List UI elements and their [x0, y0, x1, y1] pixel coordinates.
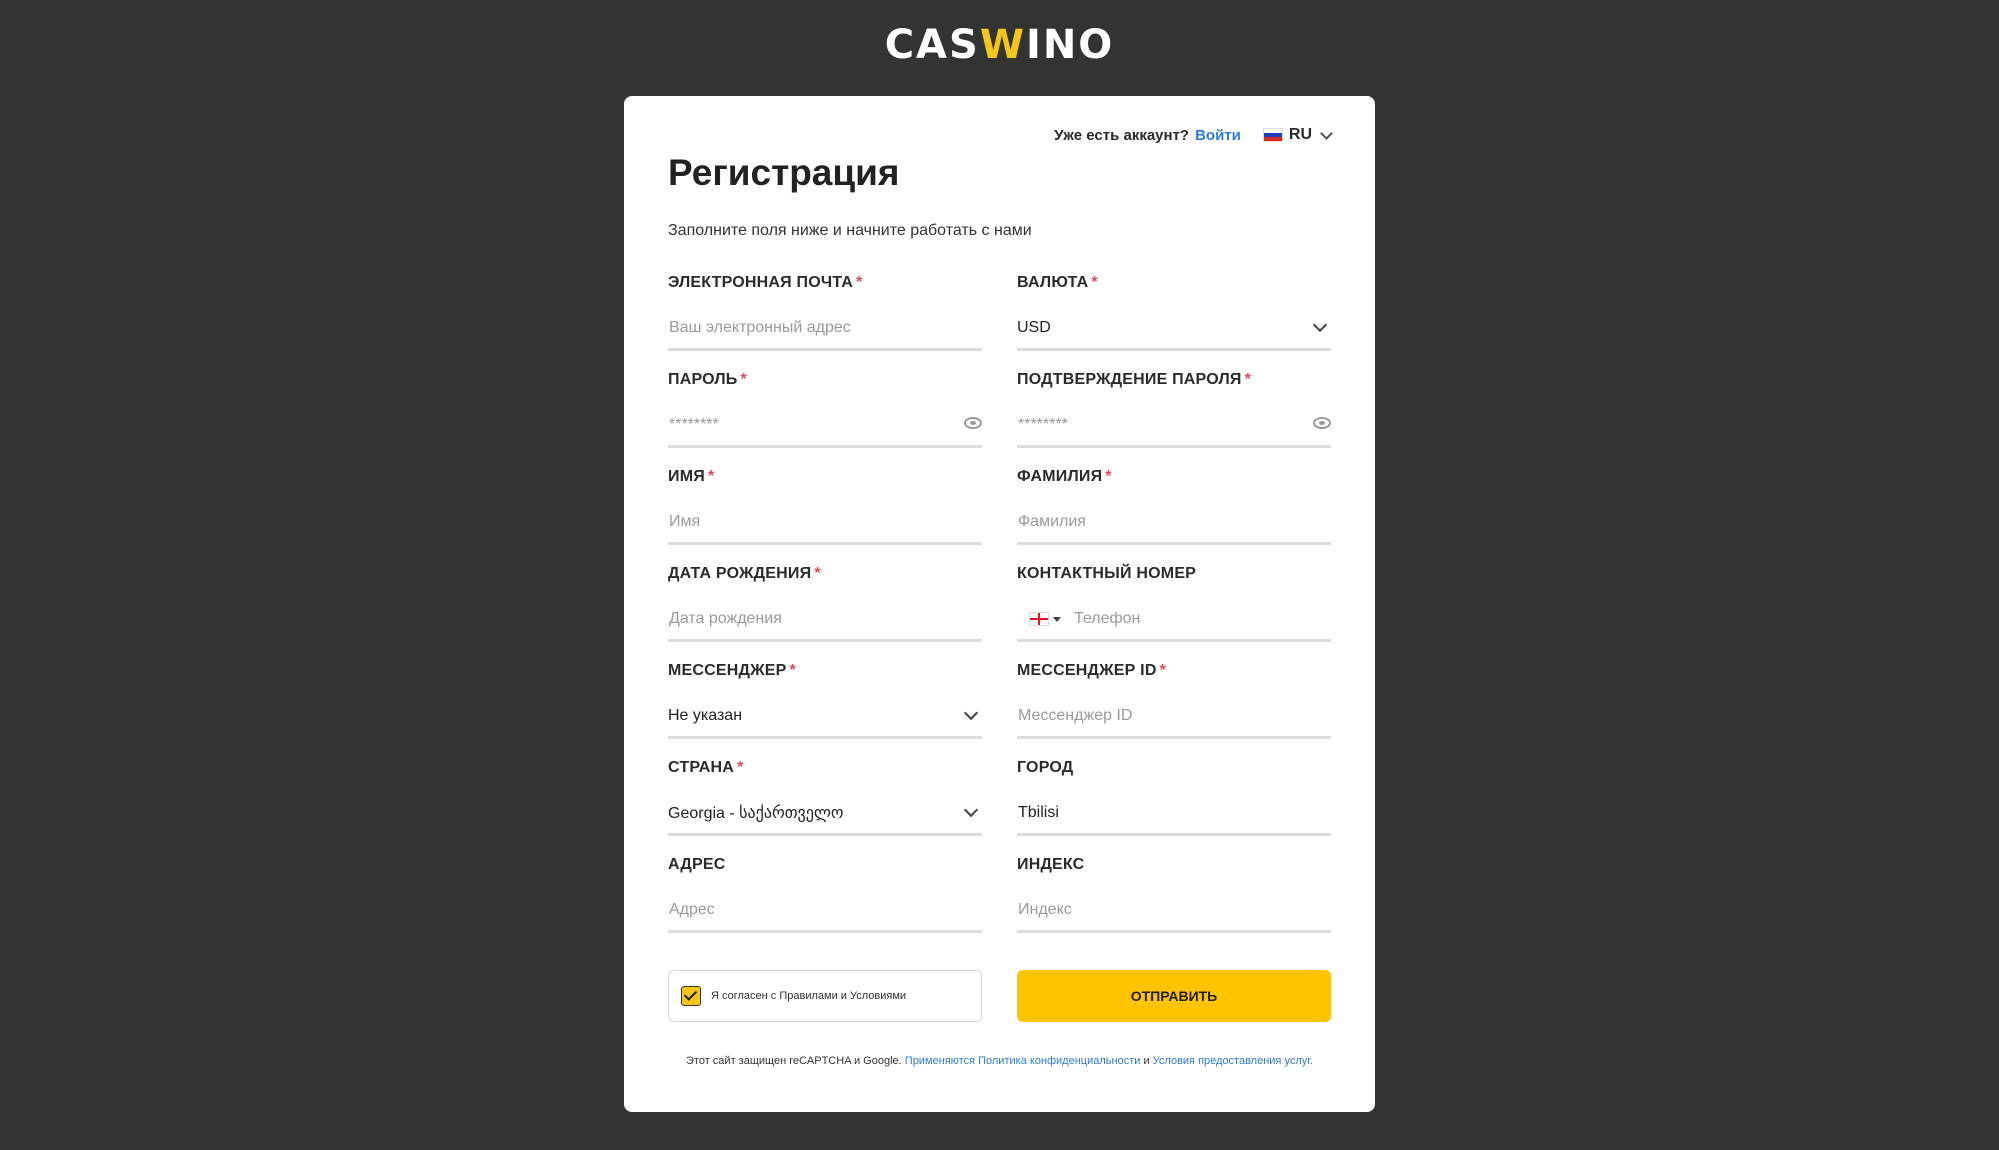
casino-logo[interactable]: CASWINO — [0, 22, 1999, 68]
phone-input[interactable] — [1073, 610, 1331, 628]
eye-icon[interactable] — [1313, 417, 1331, 429]
required-mark: * — [707, 468, 715, 485]
privacy-policy-link[interactable]: Применяются Политика конфиденциальности — [905, 1055, 1141, 1067]
page-title: Регистрация — [668, 152, 900, 193]
country-value: Georgia - საქართველო — [668, 805, 844, 822]
currency-field-group: Валюта * USD — [1017, 274, 1331, 351]
required-mark: * — [1244, 371, 1252, 388]
birth-date-input[interactable] — [668, 610, 982, 628]
recaptcha-notice: Этот сайт защищен reCAPTCHA и Google. Пр… — [686, 1055, 1313, 1067]
city-input[interactable] — [1017, 804, 1331, 822]
address-field-group: Адрес — [668, 856, 982, 933]
birth-date-field-group: Дата рождения * — [668, 565, 982, 642]
chevron-down-icon — [1312, 317, 1328, 333]
page-subtitle: Заполните поля ниже и начните работать с… — [668, 222, 1032, 239]
password-input[interactable] — [668, 416, 982, 434]
messenger-value: Не указан — [668, 707, 743, 724]
password-confirm-field-group: Подтверждение пароля * — [1017, 371, 1331, 448]
messenger-id-field-group: Мессенджер ID * — [1017, 662, 1331, 739]
russia-flag-icon — [1262, 128, 1283, 142]
country-select[interactable]: Georgia - საქართველო — [668, 793, 982, 836]
phone-field-group: Контактный номер — [1017, 565, 1331, 642]
login-link[interactable]: Войти — [1195, 127, 1241, 144]
email-field-group: Электронная почта * — [668, 274, 982, 351]
required-mark: * — [814, 565, 821, 582]
terms-agreement[interactable]: Я согласен с Правилами и Условиями — [668, 970, 982, 1022]
messenger-select[interactable]: Не указан — [668, 696, 982, 739]
email-input[interactable] — [668, 319, 982, 337]
zip-field-group: Индекс — [1017, 856, 1331, 933]
language-selector[interactable]: RU — [1289, 126, 1312, 144]
eye-icon[interactable] — [964, 417, 982, 429]
submit-button[interactable]: Отправить — [1017, 970, 1331, 1022]
required-mark: * — [1091, 274, 1098, 291]
required-mark: * — [740, 371, 747, 388]
address-input[interactable] — [668, 901, 982, 919]
caret-down-icon[interactable] — [1053, 616, 1061, 622]
required-mark: * — [1105, 468, 1112, 485]
messenger-id-input[interactable] — [1017, 707, 1331, 725]
first-name-field-group: Имя * — [668, 468, 982, 545]
country-field-group: Страна * Georgia - საქართველო — [668, 759, 982, 836]
first-name-input[interactable] — [668, 513, 982, 531]
have-account-text: Уже есть аккаунт? — [1054, 126, 1190, 144]
terms-label: Я согласен с Правилами и Условиями — [711, 990, 907, 1002]
terms-of-service-link[interactable]: Условия предоставления услуг. — [1153, 1055, 1313, 1067]
account-topbar: Уже есть аккаунт? Войти RU — [1054, 126, 1333, 144]
registration-card: Уже есть аккаунт? Войти RU Регистрация З… — [624, 96, 1375, 1112]
required-mark: * — [1159, 662, 1167, 679]
required-mark: * — [737, 759, 744, 776]
currency-select[interactable]: USD — [1017, 308, 1331, 351]
password-field-group: Пароль * — [668, 371, 982, 448]
required-mark: * — [856, 274, 863, 291]
chevron-down-icon — [963, 705, 979, 721]
messenger-field-group: Мессенджер * Не указан — [668, 662, 982, 739]
password-confirm-input[interactable] — [1017, 416, 1331, 434]
required-mark: * — [789, 662, 796, 679]
chevron-down-icon — [963, 802, 979, 818]
georgia-flag-icon[interactable] — [1029, 612, 1049, 626]
chevron-down-icon[interactable] — [1320, 126, 1333, 140]
city-field-group: Город — [1017, 759, 1331, 836]
terms-checkbox[interactable] — [681, 986, 701, 1006]
last-name-field-group: Фамилия * — [1017, 468, 1331, 545]
currency-value: USD — [1017, 319, 1051, 336]
last-name-input[interactable] — [1017, 513, 1331, 531]
logo-w-accent: W — [979, 22, 1026, 68]
zip-input[interactable] — [1017, 901, 1331, 919]
